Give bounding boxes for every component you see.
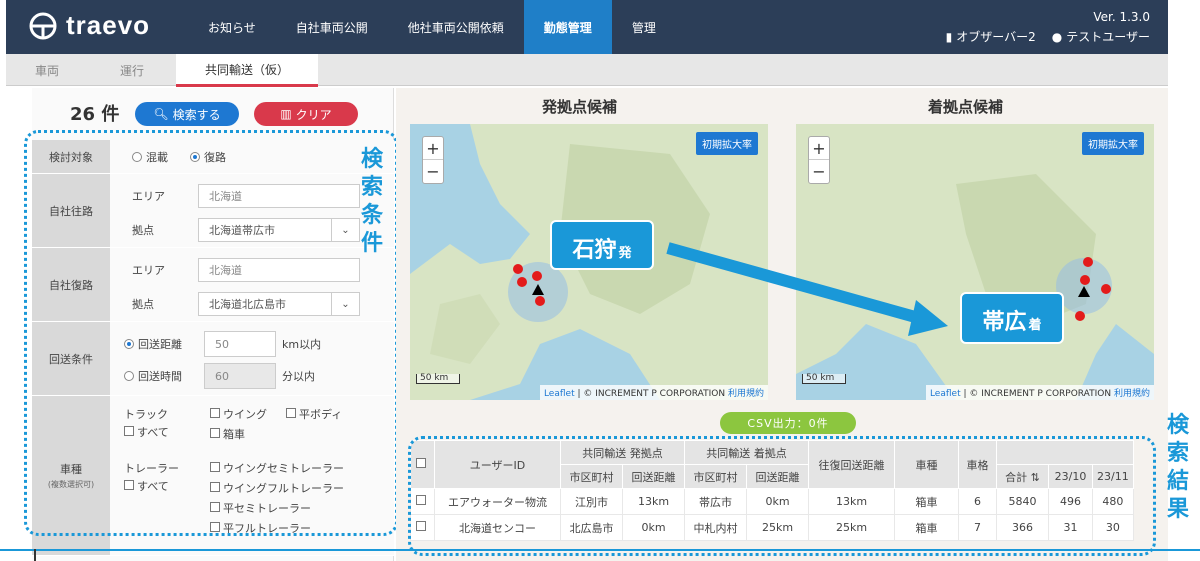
clear-button[interactable]: ▥ クリア: [254, 102, 358, 126]
result-count: 26 件: [70, 104, 120, 125]
annotation-char: 索: [360, 175, 383, 200]
origin-callout: 石狩発: [550, 220, 654, 270]
nav-news[interactable]: お知らせ: [188, 0, 276, 54]
origin-map-title: 発拠点候補: [542, 98, 618, 116]
sub-tabs: 車両 運行 共同輸送（仮）: [6, 54, 1168, 87]
origin-scale-bar: 50 km: [416, 374, 460, 384]
destination-candidate-marker[interactable]: [1075, 311, 1085, 321]
annotation-char: 検: [1166, 413, 1189, 438]
origin-zoom-control: + −: [422, 136, 444, 184]
origin-callout-city: 石狩: [572, 238, 617, 263]
destination-scale-bar: 50 km: [802, 374, 846, 384]
zoom-in-button[interactable]: +: [809, 137, 829, 160]
observer-menu[interactable]: ▮ オブザーバー2: [946, 28, 1036, 45]
destination-reset-zoom-button[interactable]: 初期拡大率: [1082, 132, 1144, 155]
nav-other-vehicle-request[interactable]: 他社車両公開依頼: [388, 0, 524, 54]
annotation-char: 結: [1166, 469, 1189, 494]
user-menu[interactable]: ● テストユーザー: [1052, 28, 1150, 45]
zoom-in-button[interactable]: +: [423, 137, 443, 160]
version-label: Ver. 1.3.0: [1093, 10, 1150, 24]
destination-map-title: 着拠点候補: [928, 98, 1004, 116]
building-icon: ▮: [945, 30, 953, 44]
zoom-out-button[interactable]: −: [423, 160, 443, 183]
search-icon: 🔍︎: [153, 107, 169, 121]
terms-link[interactable]: 利用規約: [728, 389, 764, 399]
attribution-text: | © INCREMENT P CORPORATION: [960, 389, 1114, 399]
annotation-char: 索: [1166, 441, 1189, 466]
csv-export-button[interactable]: CSV出力：0件: [720, 412, 856, 434]
header-user-area: ▮ オブザーバー2 ● テストユーザー: [946, 28, 1150, 45]
leaflet-link[interactable]: Leaflet: [930, 389, 961, 399]
tab-joint-transport[interactable]: 共同輸送（仮）: [176, 54, 318, 87]
search-button-label: 検索する: [172, 107, 221, 122]
origin-candidate-marker[interactable]: [517, 277, 527, 287]
search-results-highlight: [408, 436, 1156, 556]
search-results-annotation: 検 索 結 果: [1164, 412, 1192, 524]
origin-callout-suffix: 発: [618, 246, 632, 261]
destination-map-attribution: Leaflet | © INCREMENT P CORPORATION 利用規約: [925, 385, 1154, 400]
origin-candidate-marker[interactable]: [513, 264, 523, 274]
tab-vehicle[interactable]: 車両: [6, 54, 88, 86]
leaflet-link[interactable]: Leaflet: [544, 389, 575, 399]
origin-candidate-marker[interactable]: [532, 271, 542, 281]
logo-text: traevo: [66, 10, 151, 40]
origin-map-attribution: Leaflet | © INCREMENT P CORPORATION 利用規約: [539, 385, 768, 400]
origin-reset-zoom-button[interactable]: 初期拡大率: [696, 132, 758, 155]
app-root: traevo お知らせ 自社車両公開 他社車両公開依頼 勤態管理 管理 Ver.…: [0, 0, 1200, 561]
destination-candidate-marker[interactable]: [1080, 275, 1090, 285]
destination-candidate-marker[interactable]: [1101, 284, 1111, 294]
nav-own-vehicle[interactable]: 自社車両公開: [276, 0, 388, 54]
trash-icon: ▥: [280, 107, 292, 121]
user-label: テストユーザー: [1066, 30, 1150, 44]
annotation-char: 条: [360, 203, 383, 228]
main-nav: お知らせ 自社車両公開 他社車両公開依頼 勤態管理 管理: [188, 0, 676, 54]
destination-candidate-marker[interactable]: [1083, 257, 1093, 267]
observer-label: オブザーバー2: [956, 30, 1036, 44]
tab-operation[interactable]: 運行: [88, 54, 176, 86]
logo-icon: [29, 12, 57, 39]
bottom-tick: [34, 549, 36, 561]
destination-zoom-control: + −: [808, 136, 830, 184]
terms-link[interactable]: 利用規約: [1114, 389, 1150, 399]
bottom-divider: [0, 549, 1200, 551]
destination-callout: 帯広着: [960, 292, 1064, 344]
user-icon: ●: [1051, 30, 1063, 44]
search-button[interactable]: 🔍︎ 検索する: [135, 102, 239, 126]
top-header: traevo お知らせ 自社車両公開 他社車両公開依頼 勤態管理 管理 Ver.…: [6, 0, 1168, 54]
search-conditions-highlight: [24, 130, 398, 536]
logo[interactable]: traevo: [28, 10, 150, 41]
annotation-char: 果: [1166, 497, 1189, 522]
annotation-char: 検: [360, 147, 383, 172]
nav-admin[interactable]: 管理: [612, 0, 676, 54]
destination-map[interactable]: + − 初期拡大率 50 km Leaflet | © INCREMENT P …: [796, 124, 1154, 400]
destination-candidate-layer: [1056, 257, 1112, 321]
nav-attendance[interactable]: 勤態管理: [523, 0, 612, 54]
attribution-text: | © INCREMENT P CORPORATION: [574, 389, 728, 399]
annotation-char: 件: [360, 231, 383, 256]
clear-button-label: クリア: [295, 107, 332, 122]
search-conditions-annotation: 検 索 条 件: [358, 146, 386, 258]
destination-callout-city: 帯広: [982, 310, 1027, 335]
destination-callout-suffix: 着: [1028, 318, 1042, 333]
zoom-out-button[interactable]: −: [809, 160, 829, 183]
origin-candidate-marker[interactable]: [535, 296, 545, 306]
